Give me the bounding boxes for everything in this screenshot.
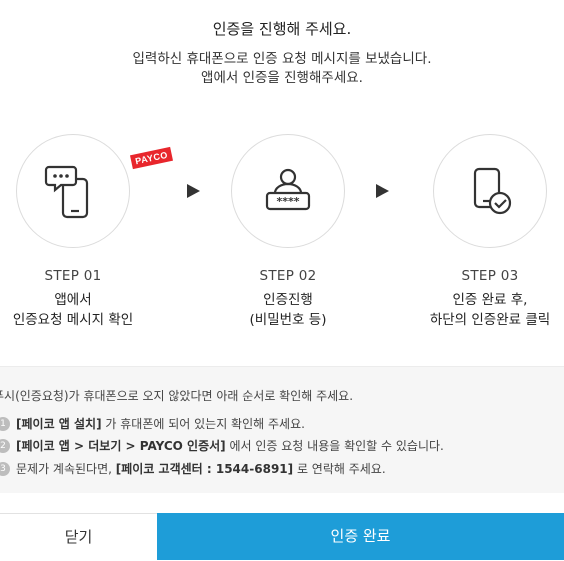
description-line-1: 입력하신 휴대폰으로 인증 요청 메시지를 보냈습니다. bbox=[132, 51, 432, 67]
phone-check-icon bbox=[473, 167, 512, 215]
step-3-label: STEP 03 bbox=[461, 268, 519, 284]
step-3-desc: 인증 완료 후, 하단의 인증완료 클릭 bbox=[390, 290, 564, 330]
notice-item-1-text: 가 휴대폰에 되어 있는지 확인해 주세요. bbox=[101, 417, 305, 431]
step-1-desc-line-1: 앱에서 bbox=[54, 292, 92, 308]
number-badge: 3 bbox=[0, 461, 10, 476]
step-1: PAYCO STEP 01 앱에서 인증요청 메시지 확인 bbox=[0, 134, 174, 330]
description: 입력하신 휴대폰으로 인증 요청 메시지를 보냈습니다. 앱에서 인증을 진행해… bbox=[0, 50, 564, 88]
step-3: STEP 03 인증 완료 후, 하단의 인증완료 클릭 bbox=[390, 134, 564, 330]
step-3-desc-line-1: 인증 완료 후, bbox=[452, 292, 528, 308]
step-2-circle: **** bbox=[231, 134, 345, 248]
user-password-icon: **** bbox=[265, 168, 311, 211]
step-1-desc: 앱에서 인증요청 메시지 확인 bbox=[0, 290, 173, 330]
arrow-icon bbox=[376, 184, 389, 198]
phone-message-icon bbox=[44, 165, 89, 219]
description-line-2: 앱에서 인증을 진행해주세요. bbox=[201, 70, 363, 86]
auth-complete-button[interactable]: 인증 완료 bbox=[157, 513, 564, 560]
page-title: 인증을 진행해 주세요. bbox=[212, 20, 352, 38]
notice-head: 푸시(인증요청)가 휴대폰으로 오지 않았다면 아래 순서로 확인해 주세요. bbox=[0, 389, 354, 403]
notice-item-2-bold: [페이코 앱 > 더보기 > PAYCO 인증서] bbox=[16, 439, 226, 453]
step-1-desc-line-2: 인증요청 메시지 확인 bbox=[12, 312, 134, 328]
number-badge: 1 bbox=[0, 416, 10, 431]
step-1-label: STEP 01 bbox=[44, 268, 102, 284]
notice-item-2-text: 에서 인증 요청 내용을 확인할 수 있습니다. bbox=[225, 439, 444, 453]
notice-box: 푸시(인증요청)가 휴대폰으로 오지 않았다면 아래 순서로 확인해 주세요. … bbox=[0, 366, 564, 493]
svg-text:****: **** bbox=[276, 195, 299, 208]
close-button[interactable]: 닫기 bbox=[0, 513, 157, 561]
notice-item-1: 1 [페이코 앱 설치] 가 휴대폰에 되어 있는지 확인해 주세요. bbox=[0, 415, 305, 432]
step-2-label: STEP 02 bbox=[259, 268, 317, 284]
step-3-desc-line-2: 하단의 인증완료 클릭 bbox=[429, 312, 551, 328]
notice-item-2: 2 [페이코 앱 > 더보기 > PAYCO 인증서] 에서 인증 요청 내용을… bbox=[0, 437, 444, 454]
step-2: **** STEP 02 인증진행 (비밀번호 등) bbox=[188, 134, 388, 330]
step-2-desc: 인증진행 (비밀번호 등) bbox=[188, 290, 388, 330]
notice-item-3-pre: 문제가 계속된다면, bbox=[16, 462, 116, 476]
notice-item-3-bold: [페이코 고객센터 : 1544-6891] bbox=[115, 462, 294, 476]
step-3-circle bbox=[433, 134, 547, 248]
number-badge: 2 bbox=[0, 438, 10, 453]
notice-item-3: 3 문제가 계속된다면, [페이코 고객센터 : 1544-6891] 로 연락… bbox=[0, 460, 386, 477]
step-2-desc-line-1: 인증진행 bbox=[263, 292, 313, 308]
notice-item-1-bold: [페이코 앱 설치] bbox=[16, 417, 102, 431]
notice-item-3-text: 로 연락해 주세요. bbox=[293, 462, 386, 476]
step-2-desc-line-2: (비밀번호 등) bbox=[249, 312, 327, 328]
step-1-circle: PAYCO bbox=[16, 134, 174, 248]
payco-badge: PAYCO bbox=[129, 146, 174, 170]
